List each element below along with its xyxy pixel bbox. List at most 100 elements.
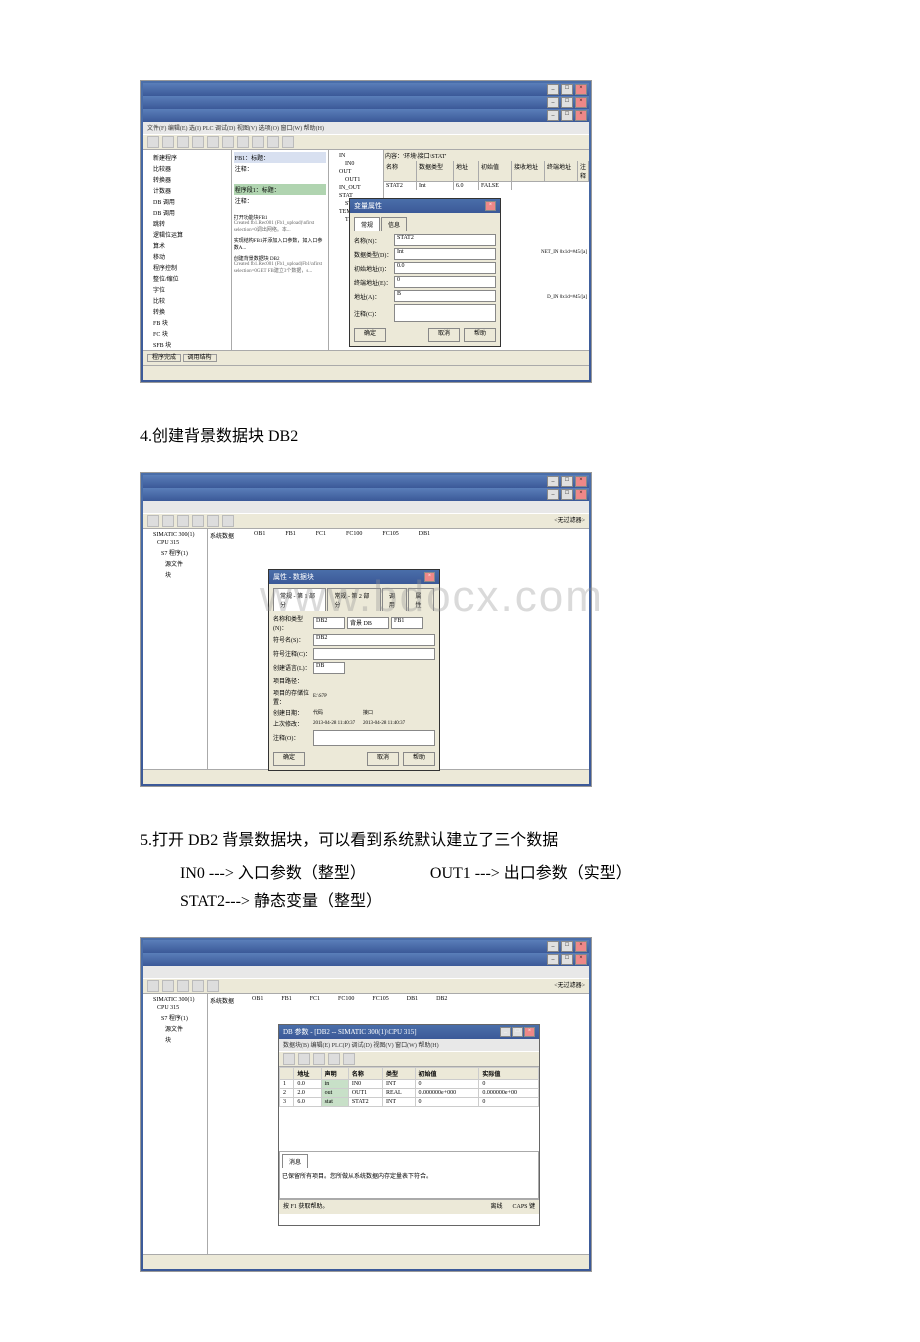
- toolbar-icon[interactable]: [192, 980, 204, 992]
- toolbar-icon[interactable]: [237, 136, 249, 148]
- tree-item[interactable]: DB 调用: [145, 196, 229, 207]
- maximize-button[interactable]: □: [561, 941, 573, 952]
- block-icon[interactable]: FC1: [310, 996, 320, 1005]
- ok-button[interactable]: 确定: [273, 752, 305, 766]
- tree-item[interactable]: IN_OUT: [331, 184, 381, 192]
- tab-general[interactable]: 常规: [354, 217, 380, 231]
- toolbar-icon[interactable]: [177, 980, 189, 992]
- type-select[interactable]: 背景 DB: [347, 617, 389, 629]
- block-icon[interactable]: FC105: [382, 531, 398, 540]
- inner-menubar[interactable]: 数据块(B) 编辑(E) PLC(P) 调试(D) 视图(V) 窗口(W) 帮助…: [279, 1039, 539, 1051]
- toolbar-icon[interactable]: [192, 515, 204, 527]
- tree-item[interactable]: SIMATIC 300(1): [145, 531, 205, 539]
- tree-item[interactable]: IN0: [331, 160, 381, 168]
- help-button[interactable]: 帮助: [464, 328, 496, 342]
- tree-item[interactable]: SIMATIC 300(1): [145, 996, 205, 1004]
- minimize-button[interactable]: _: [547, 954, 559, 965]
- block-icon[interactable]: FC100: [338, 996, 354, 1005]
- maximize-button[interactable]: □: [561, 97, 573, 108]
- tree-item[interactable]: 块: [145, 1034, 205, 1045]
- comment-input[interactable]: [394, 304, 496, 322]
- tree-item[interactable]: 移动: [145, 251, 229, 262]
- tab-general2[interactable]: 常规 - 第 2 部分: [327, 588, 380, 611]
- tree-item[interactable]: S7 程序(1): [145, 547, 205, 558]
- type-input[interactable]: Int: [394, 248, 496, 260]
- toolbar-icon[interactable]: [282, 136, 294, 148]
- toolbar-icon[interactable]: [177, 515, 189, 527]
- maximize-icon[interactable]: □: [512, 1027, 523, 1037]
- minimize-button[interactable]: _: [547, 941, 559, 952]
- table-row[interactable]: STAT2 Int 6.0 FALSE: [384, 182, 589, 190]
- close-button[interactable]: ×: [575, 941, 587, 952]
- tree-item[interactable]: 字位: [145, 284, 229, 295]
- tab-messages[interactable]: 消息: [282, 1154, 308, 1168]
- block-icon[interactable]: FB1: [281, 996, 291, 1005]
- close-icon[interactable]: ×: [424, 572, 435, 582]
- block-icon[interactable]: OB1: [254, 531, 265, 540]
- toolbar-icon[interactable]: [267, 136, 279, 148]
- status-btn[interactable]: 程序完成: [147, 354, 181, 362]
- fb-select[interactable]: FB1: [391, 617, 423, 629]
- tree-item[interactable]: 程序控制: [145, 262, 229, 273]
- maximize-button[interactable]: □: [561, 84, 573, 95]
- tab-general1[interactable]: 常规 - 第 1 部分: [273, 588, 326, 611]
- menubar[interactable]: [143, 501, 589, 513]
- addr-input[interactable]: B: [394, 290, 496, 302]
- toolbar-icon[interactable]: [328, 1053, 340, 1065]
- maximize-button[interactable]: □: [561, 110, 573, 121]
- maximize-button[interactable]: □: [561, 954, 573, 965]
- menubar[interactable]: 文件(F) 编辑(E) 选(I) PLC 调试(D) 视图(V) 选项(O) 窗…: [143, 122, 589, 134]
- block-icon[interactable]: 系统数据: [210, 531, 234, 540]
- tree-item[interactable]: DB 调用: [145, 207, 229, 218]
- tree-item[interactable]: OUT1: [331, 176, 381, 184]
- tree-item[interactable]: 跳转: [145, 218, 229, 229]
- lang-select[interactable]: DB: [313, 662, 345, 674]
- tree-item[interactable]: 块: [145, 569, 205, 580]
- toolbar-icon[interactable]: [283, 1053, 295, 1065]
- toolbar[interactable]: <无过滤器>: [143, 513, 589, 529]
- block-icon[interactable]: FB1: [285, 531, 295, 540]
- toolbar-icon[interactable]: [313, 1053, 325, 1065]
- tab-calls[interactable]: 调用: [382, 588, 408, 611]
- block-icon[interactable]: 系统数据: [210, 996, 234, 1005]
- tree-item[interactable]: 转换: [145, 306, 229, 317]
- tree-item[interactable]: 计数器: [145, 185, 229, 196]
- inner-toolbar[interactable]: [279, 1051, 539, 1067]
- symcomment-input[interactable]: [313, 648, 435, 660]
- toolbar-icon[interactable]: [343, 1053, 355, 1065]
- tree-item[interactable]: SFB 块: [145, 339, 229, 350]
- toolbar-icon[interactable]: [252, 136, 264, 148]
- comment-input[interactable]: [313, 730, 435, 746]
- name-input[interactable]: DB2: [313, 617, 345, 629]
- toolbar-icon[interactable]: [222, 136, 234, 148]
- toolbar-icon[interactable]: [162, 980, 174, 992]
- maximize-button[interactable]: □: [561, 489, 573, 500]
- help-button[interactable]: 帮助: [403, 752, 435, 766]
- project-tree[interactable]: SIMATIC 300(1) CPU 315 S7 程序(1) 源文件 块: [143, 994, 208, 1254]
- tree-item[interactable]: IN: [331, 152, 381, 160]
- block-icon[interactable]: OB1: [252, 996, 263, 1005]
- block-icon[interactable]: FC1: [316, 531, 326, 540]
- close-button[interactable]: ×: [575, 110, 587, 121]
- tree-item[interactable]: 源文件: [145, 1023, 205, 1034]
- cancel-button[interactable]: 取消: [367, 752, 399, 766]
- toolbar[interactable]: <无过滤器>: [143, 978, 589, 994]
- tree-item[interactable]: FC 块: [145, 328, 229, 339]
- tree-item[interactable]: S7 程序(1): [145, 1012, 205, 1023]
- tree-item[interactable]: 比较: [145, 295, 229, 306]
- block-icon[interactable]: FC100: [346, 531, 362, 540]
- symbol-input[interactable]: DB2: [313, 634, 435, 646]
- status-btn[interactable]: 调用结构: [183, 354, 217, 362]
- toolbar[interactable]: [143, 134, 589, 150]
- toolbar-icon[interactable]: [147, 136, 159, 148]
- table-row[interactable]: 1 0.0 in IN0 INT 0 0: [280, 1080, 539, 1089]
- toolbar-icon[interactable]: [207, 980, 219, 992]
- minimize-button[interactable]: _: [547, 97, 559, 108]
- toolbar-icon[interactable]: [162, 136, 174, 148]
- close-button[interactable]: ×: [575, 84, 587, 95]
- tree-item[interactable]: 源文件: [145, 558, 205, 569]
- tab-info[interactable]: 信息: [381, 217, 407, 231]
- toolbar-icon[interactable]: [162, 515, 174, 527]
- close-button[interactable]: ×: [575, 97, 587, 108]
- tree-item[interactable]: 逻辑位运算: [145, 229, 229, 240]
